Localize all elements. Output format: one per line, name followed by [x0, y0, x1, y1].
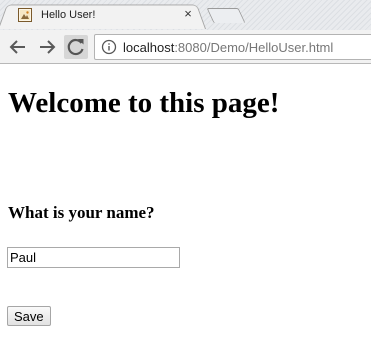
page-title: Welcome to this page! [8, 87, 280, 119]
close-icon[interactable]: × [181, 7, 195, 21]
name-question-label: What is your name? [8, 203, 155, 222]
page-content: Welcome to this page! What is your name?… [0, 64, 371, 338]
name-input[interactable] [7, 247, 180, 268]
browser-chrome: Hello User! × localhost:8080/Demo/HelloU… [0, 0, 371, 64]
reload-icon[interactable] [64, 35, 88, 59]
url-path: :8080/Demo/HelloUser.html [174, 40, 334, 55]
tab-strip: Hello User! × [0, 0, 371, 30]
tab-hello-user[interactable]: Hello User! × [0, 2, 206, 28]
tab-title: Hello User! [41, 9, 96, 21]
address-bar[interactable]: localhost:8080/Demo/HelloUser.html [94, 34, 371, 60]
url-host: localhost [123, 40, 175, 55]
url-text: localhost:8080/Demo/HelloUser.html [123, 40, 333, 55]
info-icon[interactable] [101, 39, 117, 55]
arrow-right-icon[interactable] [37, 37, 57, 57]
browser-toolbar: localhost:8080/Demo/HelloUser.html [0, 30, 371, 64]
arrow-left-icon[interactable] [8, 37, 28, 57]
new-tab-button[interactable] [206, 8, 246, 23]
webpage-favicon-icon [18, 8, 32, 22]
save-button[interactable]: Save [7, 306, 51, 326]
